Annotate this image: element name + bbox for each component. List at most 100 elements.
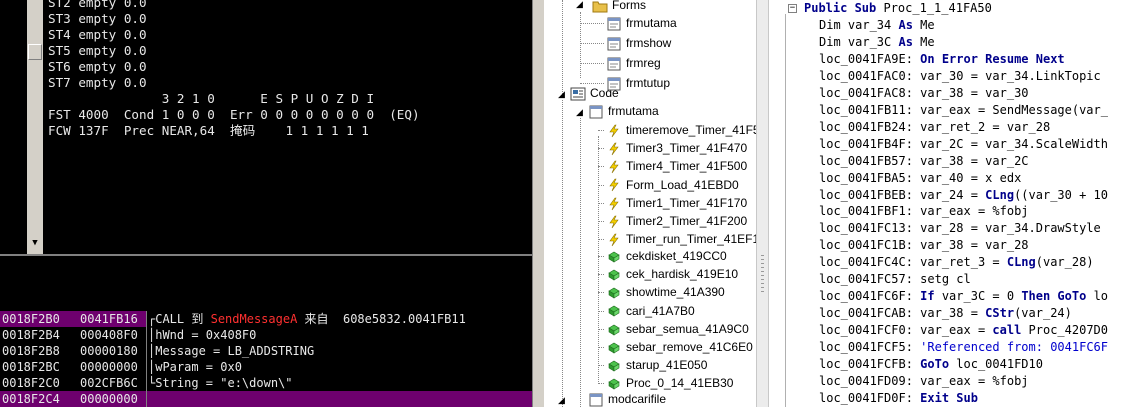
code-text: loc_0041FD0F: [819,390,921,405]
procedure-icon [606,304,622,318]
stack-value: 00000000 [80,392,138,406]
stack-api-name: SendMessageA [210,312,298,326]
code-line: loc_0041FBEB: var_24 = CLng((var_30 + 10 [819,187,1108,204]
tree-item-event[interactable]: Timer3_Timer_41F470 [606,139,747,157]
tree-node-forms[interactable]: Forms [592,0,646,14]
tree-item-event[interactable]: Timer1_Timer_41F170 [606,194,747,212]
tree-node-forms-label: Forms [612,0,646,12]
tree-item-procedure-label: sebar_remove_41C6E0 [626,340,753,354]
code-keyword: CLng [985,187,1015,202]
tree-item-procedure[interactable]: sebar_semua_41A9C0 [606,320,749,338]
tree-connector [580,23,604,24]
code-line: Dim var_3C As Me [819,34,935,51]
collapse-module-toggle[interactable]: ◢ [575,108,584,117]
procedure-icon [606,323,622,337]
decompiled-code-view[interactable]: − Public Sub Proc_1_1_41FA50 Dim var_34 … [768,0,1134,407]
code-text: Proc_4207D0 [1021,323,1108,338]
tree-item-procedure[interactable]: sebar_remove_41C6E0 [606,338,753,356]
tree-item-form[interactable]: frmreg [606,54,661,72]
tree-item-procedure-label: sebar_semua_41A9C0 [626,321,749,336]
tree-item-procedure[interactable]: cekdisket_419CC0 [606,247,727,265]
stack-row[interactable]: 0018F2C4 00000000 [0,391,532,407]
stack-address: 0018F2BC [2,360,60,374]
fpu-register-line: ST7 empty 0.0 [48,75,147,90]
tree-item-event-label: Timer4_Timer_41F500 [626,159,748,174]
expand-modcarifile-toggle[interactable]: ◢ [557,396,566,405]
tree-item-procedure[interactable]: starup_41E050 [606,356,707,374]
fpu-register-line: FST 4000 Cond 1 0 0 0 Err 0 0 0 0 0 0 0 … [48,107,420,122]
window-splitter[interactable] [532,0,544,407]
code-fold-guide [785,14,786,407]
lightning-event-icon [606,178,622,192]
stack-row[interactable]: 0018F2C0 002CFB6C └String = "e:\down\" [0,375,532,391]
stack-comment-text: String = "e:\down\" [155,376,293,390]
scroll-down-arrow-icon[interactable]: ▼ [28,236,42,251]
fpu-scroll-thumb[interactable] [28,44,42,60]
code-text: loc_0041FA9E: [819,51,921,66]
tree-item-event[interactable]: Timer4_Timer_41F500 [606,157,747,175]
code-keyword: Then GoTo [1021,289,1087,304]
tree-item-procedure[interactable]: showtime_41A390 [606,283,725,301]
stack-value: 00000180 [80,344,138,358]
stack-address: 0018F2C4 [2,392,60,406]
tree-item-procedure[interactable]: cek_hardisk_419E10 [606,265,738,283]
code-line: loc_0041FC4C: var_ret_3 = CLng(var_28) [819,254,1094,271]
fpu-register-line: ST5 empty 0.0 [48,43,147,58]
stack-row[interactable]: 0018F2B8 00000180 │Message = LB_ADDSTRING [0,343,532,359]
stack-address: 0018F2B4 [2,328,60,342]
code-text: loc_0041FCFB: [819,357,921,371]
stack-comment-text: wParam = 0x0 [155,360,242,374]
code-text: loc_0041FB24: var_ret_2 = var_28 [819,119,1051,134]
tree-connector [598,365,604,367]
project-tree: ◢ Forms ◢ Code ◢ frmutama ◢ modcarifile … [544,0,756,407]
tree-item-procedure-label: Proc_0_14_41EB30 [626,376,734,391]
collapse-code-toggle[interactable]: ◢ [557,90,566,99]
tree-connector [598,328,604,330]
procedure-icon [606,359,622,373]
tree-item-event[interactable]: Timer2_Timer_41F200 [606,212,747,230]
tree-item-procedure[interactable]: cari_41A7B0 [606,302,695,320]
code-text: Me [912,18,935,32]
tree-item-event-label: Timer3_Timer_41F470 [626,141,748,156]
code-text: (var_24) [1014,306,1072,321]
code-line: loc_0041FBA5: var_40 = x edx [819,170,1021,187]
tree-item-form-label: frmutama [626,16,677,30]
pane-splitter[interactable] [0,254,532,311]
tree-connector [598,347,604,348]
stack-value: 002CFB6C [80,376,138,390]
tree-splitter[interactable] [756,0,768,407]
tree-guide-line [580,12,581,78]
tree-connector [598,148,604,150]
code-text: lo [1086,289,1109,304]
collapse-forms-toggle[interactable]: ◢ [575,0,584,9]
stack-address: 0018F2C0 [2,376,60,390]
tree-node-modcarifile[interactable]: modcarifile [588,390,666,407]
stack-row[interactable]: 0018F2B0 0041FB16 ┌CALL 到 SendMessageA 来自 … [0,311,532,327]
tree-connector [580,43,604,44]
tree-item-form[interactable]: frmtutup [606,74,670,92]
code-line: loc_0041FCFB: GoTo loc_0041FD10 [819,356,1043,373]
code-text: Me [912,34,935,49]
stack-comment: │hWnd = 0x408F0 [148,327,256,343]
tree-item-procedure-label: cek_hardisk_419E10 [626,267,739,282]
tree-item-procedure[interactable]: Proc_0_14_41EB30 [606,374,733,392]
tree-item-procedure-label: cari_41A7B0 [626,303,695,318]
code-text: loc_0041FB4F: var_2C = var_34.ScaleWidth [819,136,1108,151]
tree-item-form[interactable]: frmshow [606,34,671,52]
fpu-scrollbar[interactable] [27,0,43,254]
stack-address: 0018F2B8 [2,344,60,358]
code-line: loc_0041FCAB: var_38 = CStr(var_24) [819,305,1072,322]
stack-row[interactable]: 0018F2B4 000408F0 │hWnd = 0x408F0 [0,327,532,343]
code-line: loc_0041FA9E: On Error Resume Next [819,51,1065,68]
tree-item-event[interactable]: Form_Load_41EBD0 [606,176,739,194]
code-text: loc_0041FC13: var_28 = var_34.DrawStyle [819,221,1101,236]
tree-item-event[interactable]: Timer_run_Timer_41EF1 [606,230,756,248]
tree-item-form[interactable]: frmutama [606,14,677,32]
stack-row[interactable]: 0018F2BC 00000000 │wParam = 0x0 [0,359,532,375]
code-line: loc_0041FB4F: var_2C = var_34.ScaleWidth [819,136,1108,153]
tree-item-event[interactable]: timeremove_Timer_41F5 [606,121,756,139]
splitter-grip-icon [761,255,764,292]
collapse-proc-icon[interactable]: − [788,4,797,13]
tree-node-module[interactable]: frmutama [588,102,659,120]
fpu-register-line: FCW 137F Prec NEAR,64 掩码 1 1 1 1 1 1 [48,123,369,138]
